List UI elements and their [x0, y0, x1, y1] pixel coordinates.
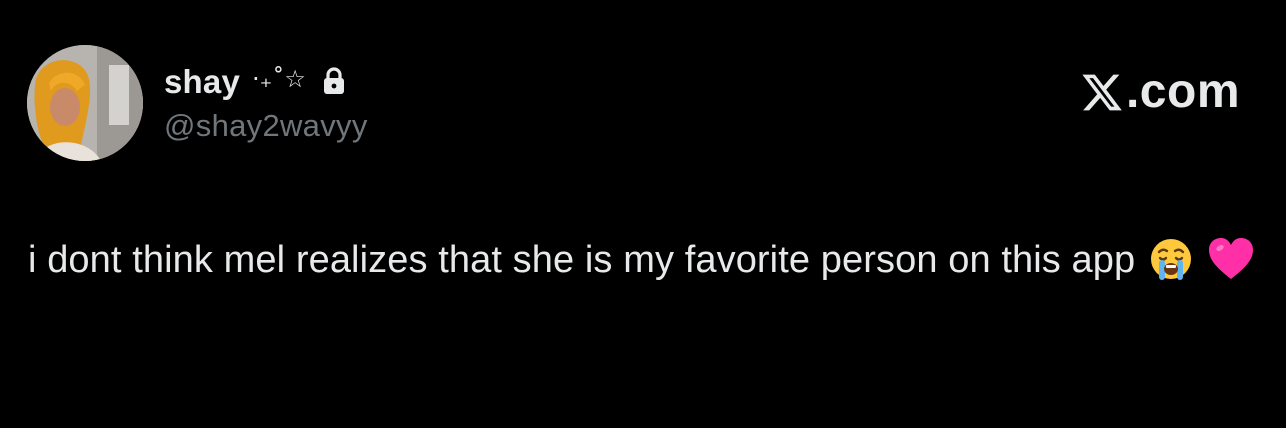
- user-handle[interactable]: @shay2wavyy: [164, 108, 368, 144]
- loudly-crying-face-emoji: [1148, 236, 1194, 298]
- pink-heart-emoji: [1207, 236, 1255, 298]
- brand-text: .com: [1125, 65, 1240, 118]
- tweet-text: i dont think mel realizes that she is my…: [28, 239, 1136, 281]
- x-logo-icon: [1082, 74, 1122, 110]
- avatar-image: [27, 45, 143, 161]
- tweet-body: i dont think mel realizes that she is my…: [28, 232, 1258, 298]
- name-decoration: ·₊˚☆: [252, 65, 306, 93]
- display-name[interactable]: shay: [164, 63, 240, 101]
- name-row: shay ·₊˚☆: [164, 60, 368, 104]
- user-info: shay ·₊˚☆ @shay2wavyy: [164, 60, 368, 144]
- brand-watermark: .com: [1080, 64, 1240, 119]
- lock-icon: [322, 67, 346, 95]
- avatar[interactable]: [27, 45, 143, 161]
